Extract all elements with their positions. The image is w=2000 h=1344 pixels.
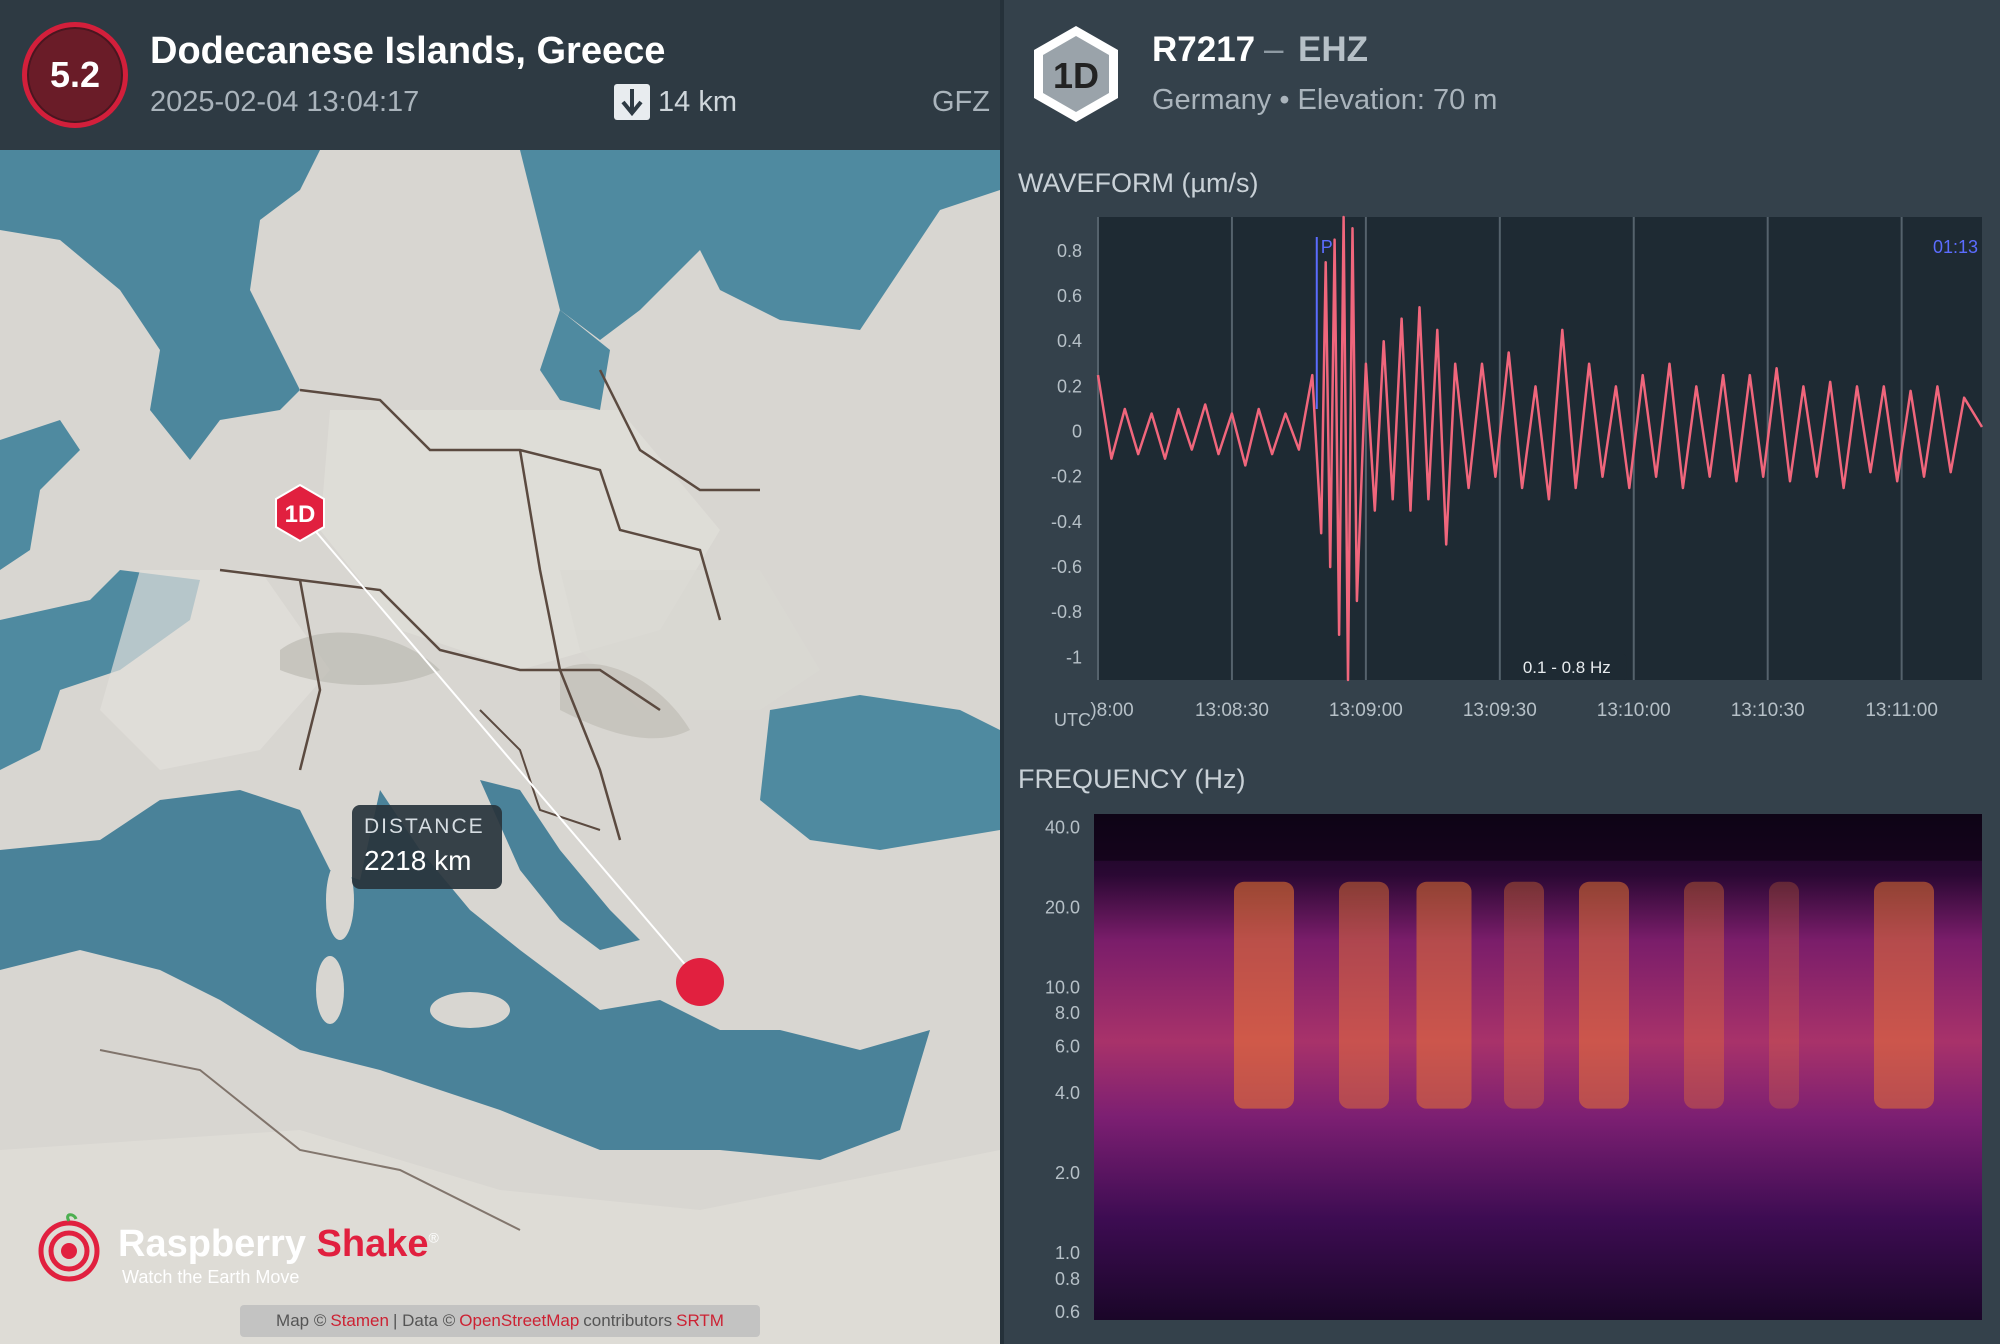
station-hex-label: 1D xyxy=(1053,55,1099,96)
waveform-x-tick: 13:09:30 xyxy=(1463,700,1537,721)
station-code: R7217 xyxy=(1152,30,1256,69)
waveform-y-tick: -0.6 xyxy=(1051,557,1082,577)
spectrogram-energy-band xyxy=(1874,881,1934,1109)
data-source: GFZ xyxy=(932,86,990,118)
waveform-x-tick: 13:10:00 xyxy=(1597,700,1671,721)
meta-dot: • xyxy=(1279,84,1290,116)
station-country: Germany xyxy=(1152,84,1272,116)
p-arrival-label: P xyxy=(1321,237,1333,257)
waveform-y-tick: -0.2 xyxy=(1051,467,1082,487)
epicenter-marker[interactable] xyxy=(676,958,724,1006)
brand-name: Raspberry Shake® xyxy=(118,1223,439,1265)
spectrogram-y-tick: 8.0 xyxy=(1055,1003,1080,1023)
event-title: Dodecanese Islands, Greece xyxy=(150,30,666,72)
waveform-y-tick: 0.4 xyxy=(1057,331,1082,351)
waveform-x-tick: 13:11:00 xyxy=(1865,700,1938,721)
station-panel: 1D R7217 – EHZ Germany • Elevation: 70 m… xyxy=(1004,0,2000,1344)
distance-tooltip: DISTANCE 2218 km xyxy=(352,805,502,889)
event-datetime: 2025-02-04 13:04:17 xyxy=(150,86,420,118)
waveform-y-tick: 0.6 xyxy=(1057,286,1082,306)
spectrogram-energy-band xyxy=(1504,881,1544,1109)
waveform-x-tick: 13:08:30 xyxy=(1195,700,1269,721)
waveform-y-tick: -0.8 xyxy=(1051,602,1082,622)
openstreetmap-link[interactable]: OpenStreetMap xyxy=(459,1311,579,1331)
station-meta: Germany • Elevation: 70 m xyxy=(1152,84,1497,117)
arrow-down-icon xyxy=(614,84,650,120)
waveform-x-tick: 13:09:00 xyxy=(1329,700,1403,721)
spectrogram-y-tick: 6.0 xyxy=(1055,1036,1080,1056)
distance-value: 2218 km xyxy=(364,845,472,876)
map-canvas: 1D xyxy=(0,150,1000,1344)
waveform-y-tick: 0.8 xyxy=(1057,241,1082,261)
waveform-y-tick: -1 xyxy=(1066,647,1082,667)
map-attribution: Map © Stamen | Data © OpenStreetMap cont… xyxy=(240,1305,760,1337)
brand-tagline: Watch the Earth Move xyxy=(122,1267,300,1287)
spectrogram-energy-band xyxy=(1416,881,1472,1109)
filter-label[interactable]: 0.1 - 0.8 Hz xyxy=(1523,658,1611,677)
spectrogram-y-tick: 10.0 xyxy=(1045,978,1080,998)
spectrogram-chart[interactable]: 40.0 20.0 10.0 8.0 6.0 4.0 2.0 1.0 0.8 0.6 xyxy=(1004,800,2000,1330)
station-channel: EHZ xyxy=(1298,30,1368,69)
depth-value: 14 km xyxy=(658,85,737,118)
event-map[interactable]: 1D DISTANCE 2218 km Raspberry Shake® Wat… xyxy=(0,150,1000,1344)
waveform-y-tick: -0.4 xyxy=(1051,512,1082,532)
event-header[interactable]: 5.2 Dodecanese Islands, Greece 2025-02-0… xyxy=(0,0,1000,150)
srtm-link[interactable]: SRTM xyxy=(676,1311,724,1331)
spectrogram-energy-band xyxy=(1339,881,1389,1109)
event-depth: 14 km xyxy=(614,84,737,120)
spectrogram-y-tick: 1.0 xyxy=(1055,1243,1080,1263)
raspberry-shake-logo[interactable]: Raspberry Shake® Watch the Earth Move xyxy=(34,1205,454,1295)
spectrogram-y-tick: 0.6 xyxy=(1055,1302,1080,1322)
distance-label: DISTANCE xyxy=(364,815,485,838)
station-hex-badge: 1D xyxy=(1034,26,1118,122)
station-marker-label: 1D xyxy=(285,501,316,528)
spectrogram-y-tick: 20.0 xyxy=(1045,898,1080,918)
waveform-y-tick: 0 xyxy=(1072,422,1082,442)
waveform-title: WAVEFORM (µm/s) xyxy=(1018,168,1259,198)
frequency-title: FREQUENCY (Hz) xyxy=(1018,764,1246,794)
spectrogram-energy-band xyxy=(1769,881,1799,1109)
event-panel: 5.2 Dodecanese Islands, Greece 2025-02-0… xyxy=(0,0,1000,1344)
station-elevation: Elevation: 70 m xyxy=(1297,84,1498,116)
waveform-utc-label: UTC xyxy=(1054,710,1091,730)
waveform-y-tick: 0.2 xyxy=(1057,376,1082,396)
raspberry-logo-icon xyxy=(38,1213,100,1282)
station-separator: – xyxy=(1264,30,1284,69)
spectrogram-energy-band xyxy=(1234,881,1294,1109)
spectrogram-y-tick: 4.0 xyxy=(1055,1083,1080,1103)
spectrogram-energy-band xyxy=(1579,881,1629,1109)
corner-time-label: 01:13 xyxy=(1933,237,1978,257)
waveform-x-tick: 13:10:30 xyxy=(1731,700,1805,721)
magnitude-badge: 5.2 xyxy=(22,22,128,128)
spectrogram-y-tick: 0.8 xyxy=(1055,1269,1080,1289)
spectrogram-y-tick: 2.0 xyxy=(1055,1163,1080,1183)
spectrogram-energy-band xyxy=(1684,881,1724,1109)
waveform-x-tick: )8:00 xyxy=(1090,700,1133,721)
stamen-link[interactable]: Stamen xyxy=(330,1311,389,1331)
waveform-chart[interactable]: )8:00 13:08:30 13:09:00 13:09:30 13:10:00 13:… xyxy=(1004,205,2000,735)
spectrogram-top-band xyxy=(1094,814,1982,861)
spectrogram-y-tick: 40.0 xyxy=(1045,818,1080,838)
